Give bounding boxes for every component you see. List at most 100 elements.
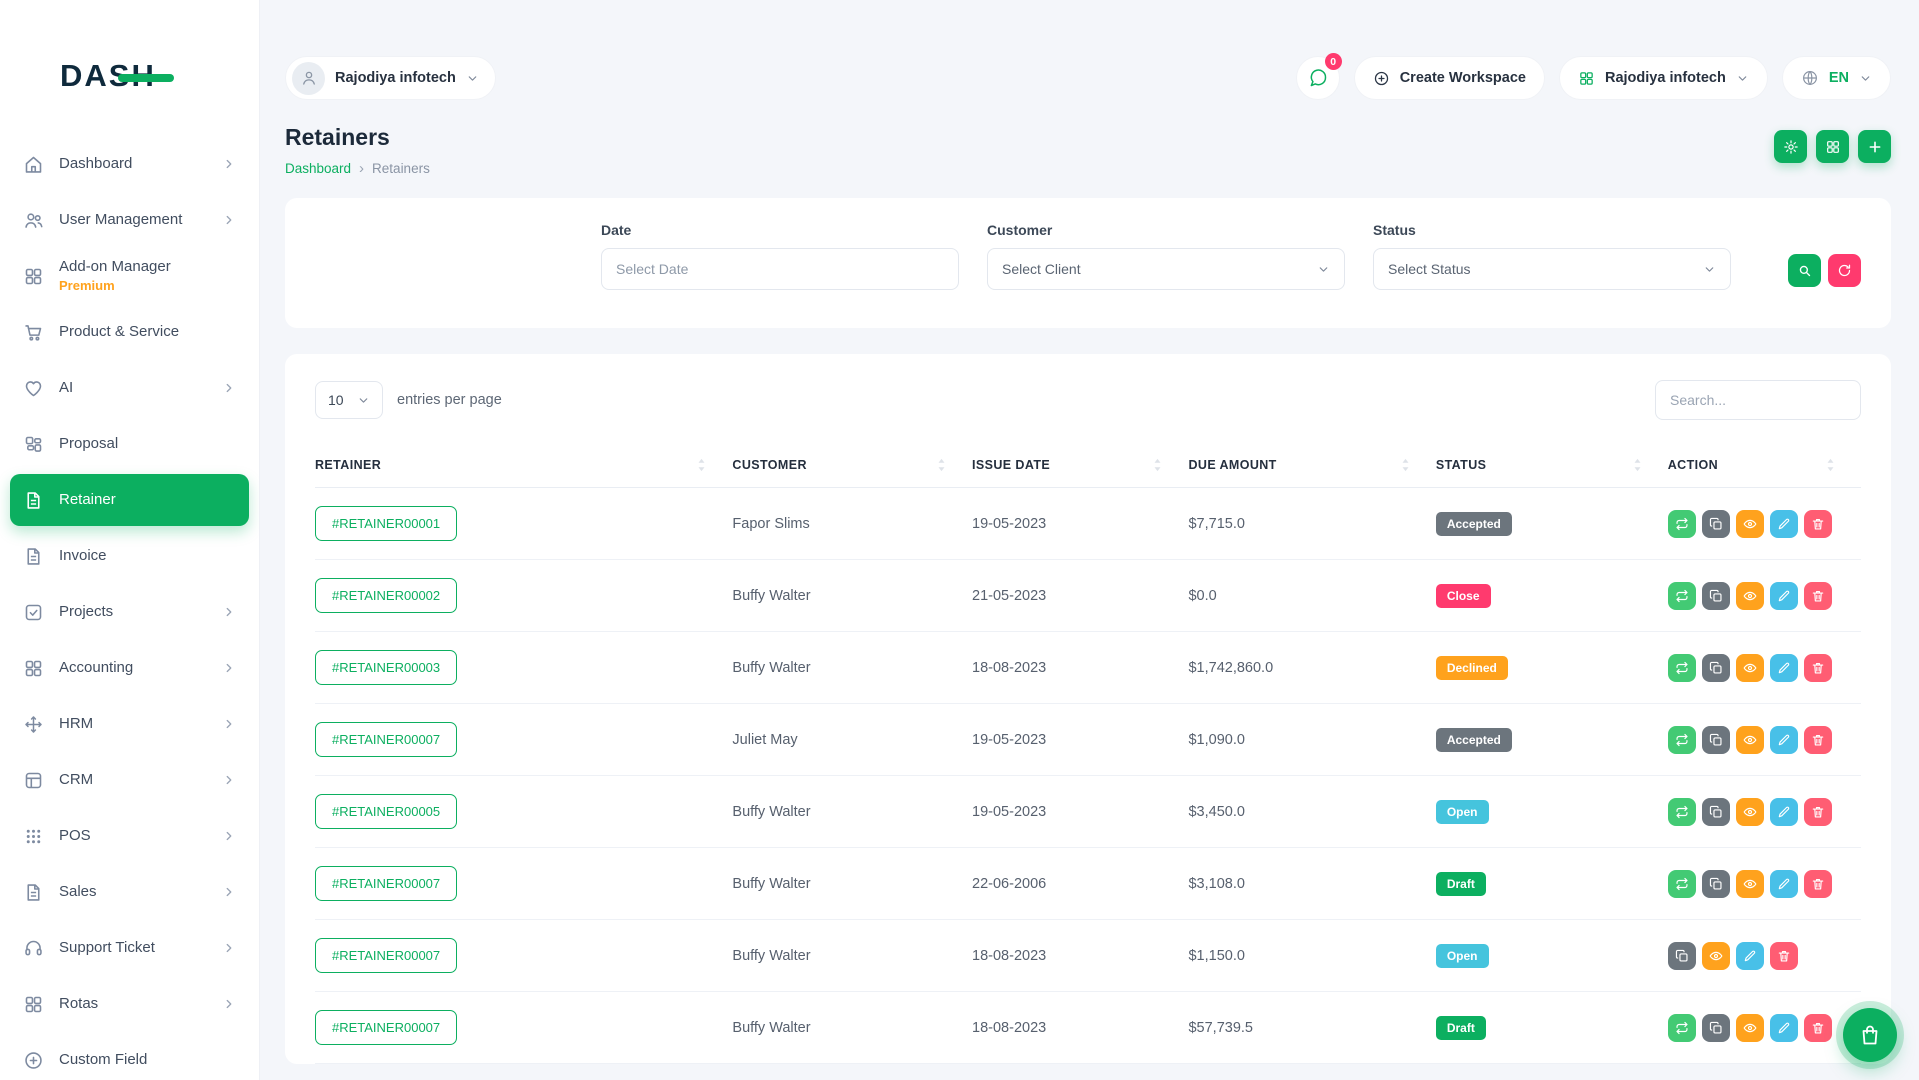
duplicate-button[interactable] (1702, 582, 1730, 610)
trash-icon (1811, 805, 1825, 819)
trash-icon (1811, 1021, 1825, 1035)
delete-button[interactable] (1804, 870, 1832, 898)
sidebar-item-rotas[interactable]: Rotas (10, 978, 249, 1030)
workspace-selector[interactable]: Rajodiya infotech (285, 56, 496, 100)
apply-filter-button[interactable] (1788, 254, 1821, 287)
sidebar-item-invoice[interactable]: Invoice (10, 530, 249, 582)
view-button[interactable] (1736, 654, 1764, 682)
sidebar-item-add-on-manager[interactable]: Add-on ManagerPremium (10, 250, 249, 302)
grid-view-button[interactable] (1816, 130, 1849, 163)
status-cell: Close (1436, 584, 1668, 608)
edit-button[interactable] (1770, 582, 1798, 610)
sidebar-item-dashboard[interactable]: Dashboard (10, 138, 249, 190)
delete-button[interactable] (1804, 726, 1832, 754)
view-button[interactable] (1736, 510, 1764, 538)
messages-button[interactable]: 0 (1296, 56, 1340, 100)
sidebar-item-ai[interactable]: AI (10, 362, 249, 414)
sidebar-item-user-management[interactable]: User Management (10, 194, 249, 246)
retainer-number-link[interactable]: #RETAINER00007 (315, 938, 457, 973)
entries-per-page-select[interactable]: 10 (315, 381, 383, 419)
duplicate-button[interactable] (1668, 942, 1696, 970)
breadcrumb-dashboard-link[interactable]: Dashboard (285, 161, 351, 176)
column-header-label: RETAINER (315, 458, 381, 472)
edit-button[interactable] (1736, 942, 1764, 970)
delete-button[interactable] (1804, 798, 1832, 826)
delete-button[interactable] (1804, 654, 1832, 682)
create-workspace-button[interactable]: Create Workspace (1354, 56, 1545, 100)
duplicate-button[interactable] (1702, 1014, 1730, 1042)
convert-button[interactable] (1668, 654, 1696, 682)
view-button[interactable] (1702, 942, 1730, 970)
convert-button[interactable] (1668, 798, 1696, 826)
convert-button[interactable] (1668, 726, 1696, 754)
column-header-customer[interactable]: CUSTOMER (732, 458, 972, 472)
duplicate-button[interactable] (1702, 726, 1730, 754)
retainer-number-link[interactable]: #RETAINER00001 (315, 506, 457, 541)
convert-button[interactable] (1668, 1014, 1696, 1042)
settings-button[interactable] (1774, 130, 1807, 163)
date-input[interactable] (601, 248, 959, 290)
edit-button[interactable] (1770, 654, 1798, 682)
delete-button[interactable] (1804, 1014, 1832, 1042)
retainer-number-link[interactable]: #RETAINER00007 (315, 722, 457, 757)
view-button[interactable] (1736, 1014, 1764, 1042)
sidebar-item-accounting[interactable]: Accounting (10, 642, 249, 694)
status-select[interactable]: Select Status (1373, 248, 1731, 290)
convert-button[interactable] (1668, 870, 1696, 898)
edit-button[interactable] (1770, 870, 1798, 898)
convert-button[interactable] (1668, 510, 1696, 538)
sidebar-item-product-service[interactable]: Product & Service (10, 306, 249, 358)
grid-icon (1825, 139, 1841, 155)
view-button[interactable] (1736, 726, 1764, 754)
retainer-number-link[interactable]: #RETAINER00007 (315, 1010, 457, 1045)
reset-filter-button[interactable] (1828, 254, 1861, 287)
company-selector[interactable]: Rajodiya infotech (1559, 56, 1768, 100)
table-search-input[interactable] (1655, 380, 1861, 420)
sidebar-item-projects[interactable]: Projects (10, 586, 249, 638)
language-selector[interactable]: EN (1782, 56, 1891, 100)
retainer-number-link[interactable]: #RETAINER00007 (315, 866, 457, 901)
column-header-retainer[interactable]: RETAINER (315, 458, 732, 472)
table-row: #RETAINER00007Buffy Walter18-08-2023$57,… (315, 992, 1861, 1064)
delete-button[interactable] (1804, 510, 1832, 538)
edit-button[interactable] (1770, 798, 1798, 826)
duplicate-button[interactable] (1702, 870, 1730, 898)
duplicate-button[interactable] (1702, 654, 1730, 682)
chevron-right-icon (222, 717, 236, 731)
table-row: #RETAINER00001Fapor Slims19-05-2023$7,71… (315, 488, 1861, 560)
edit-button[interactable] (1770, 726, 1798, 754)
view-button[interactable] (1736, 798, 1764, 826)
duplicate-button[interactable] (1702, 510, 1730, 538)
delete-button[interactable] (1804, 582, 1832, 610)
delete-button[interactable] (1770, 942, 1798, 970)
create-retainer-button[interactable] (1858, 130, 1891, 163)
convert-button[interactable] (1668, 582, 1696, 610)
view-button[interactable] (1736, 870, 1764, 898)
column-header-action[interactable]: ACTION (1668, 458, 1861, 472)
column-header-status[interactable]: STATUS (1436, 458, 1668, 472)
duplicate-button[interactable] (1702, 798, 1730, 826)
sidebar-item-retainer[interactable]: Retainer (10, 474, 249, 526)
column-header-issue-date[interactable]: ISSUE DATE (972, 458, 1188, 472)
retainer-number-link[interactable]: #RETAINER00002 (315, 578, 457, 613)
retainer-number-link[interactable]: #RETAINER00005 (315, 794, 457, 829)
customer-cell: Buffy Walter (732, 948, 972, 964)
sidebar-item-sales[interactable]: Sales (10, 866, 249, 918)
retainer-number-link[interactable]: #RETAINER00003 (315, 650, 457, 685)
sidebar-item-pos[interactable]: POS (10, 810, 249, 862)
sidebar-item-crm[interactable]: CRM (10, 754, 249, 806)
column-header-due-amount[interactable]: DUE AMOUNT (1188, 458, 1435, 472)
view-button[interactable] (1736, 582, 1764, 610)
sidebar-item-hrm[interactable]: HRM (10, 698, 249, 750)
store-fab-button[interactable] (1843, 1008, 1897, 1062)
sidebar-item-proposal[interactable]: Proposal (10, 418, 249, 470)
customer-select[interactable]: Select Client (987, 248, 1345, 290)
chat-icon (1308, 68, 1328, 88)
retainer-cell: #RETAINER00007 (315, 938, 732, 973)
grid-icon (23, 994, 44, 1015)
sidebar-item-custom-field[interactable]: Custom Field (10, 1034, 249, 1080)
brand-logo[interactable]: DASH (0, 0, 259, 104)
sidebar-item-support-ticket[interactable]: Support Ticket (10, 922, 249, 974)
edit-button[interactable] (1770, 510, 1798, 538)
edit-button[interactable] (1770, 1014, 1798, 1042)
